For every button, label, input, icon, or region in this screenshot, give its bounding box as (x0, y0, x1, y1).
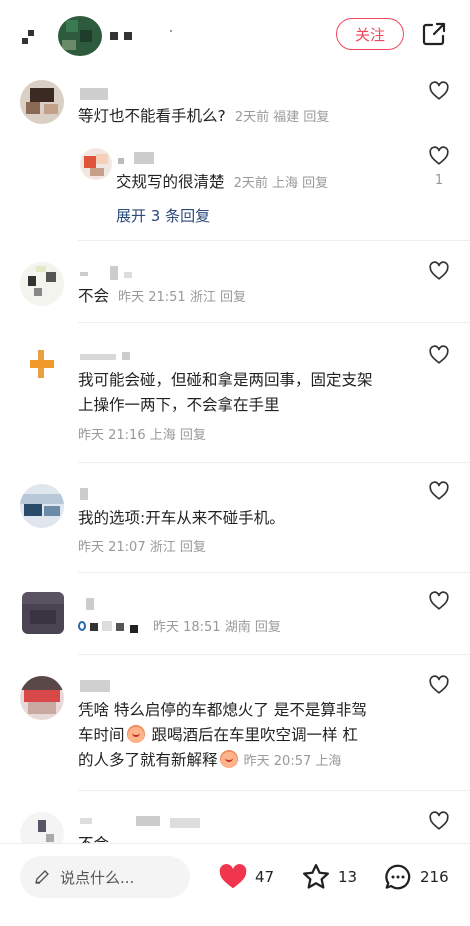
username[interactable] (80, 598, 110, 612)
reply-meta: 2天前 上海 回复 (233, 176, 329, 191)
emoji-icon (126, 725, 145, 743)
share-icon[interactable] (420, 20, 448, 48)
top-bar: 关注 (0, 0, 470, 70)
comment-button[interactable]: 216 (382, 862, 449, 892)
heart-icon[interactable] (428, 145, 450, 167)
expand-replies-button[interactable]: 展开 3 条回复 (116, 205, 210, 226)
username[interactable] (80, 816, 220, 830)
bottom-bar: 说点什么... 47 13 216 (0, 843, 470, 926)
reply-link[interactable]: 回复 (302, 176, 328, 191)
redacted-text (78, 619, 148, 633)
avatar[interactable] (22, 592, 64, 634)
comment-text: 等灯也不能看手机么? 2天前 福建 回复 (78, 107, 330, 125)
avatar[interactable] (20, 262, 64, 306)
pen-icon (35, 870, 49, 884)
reply-link[interactable]: 回复 (255, 620, 281, 635)
favorite-button[interactable]: 13 (300, 862, 357, 892)
reply-text: 交规写的很清楚 2天前 上海 回复 (116, 173, 329, 191)
divider (78, 462, 470, 463)
comment-meta: 昨天 21:07 浙江 回复 (78, 540, 206, 555)
heart-icon[interactable] (428, 260, 450, 282)
comment-meta: 昨天 20:57 上海 (243, 754, 342, 769)
star-icon (303, 864, 329, 889)
comment-meta: 昨天 18:51 湖南 回复 (152, 620, 281, 635)
like-count: 1 (434, 173, 444, 188)
emoji-icon (219, 750, 238, 768)
heart-icon[interactable] (428, 810, 450, 832)
comment-text: 不会 昨天 21:51 浙江 回复 (78, 287, 247, 305)
heart-icon[interactable] (428, 80, 450, 102)
reply-link[interactable]: 回复 (180, 428, 206, 443)
heart-icon[interactable] (428, 480, 450, 502)
comment-meta: 昨天 21:16 上海 回复 (78, 428, 206, 443)
divider (78, 240, 470, 241)
like-count: 47 (255, 868, 275, 886)
heart-icon[interactable] (428, 674, 450, 696)
avatar[interactable] (20, 80, 64, 124)
username[interactable] (80, 266, 150, 280)
comment-bubble-icon (385, 864, 411, 890)
comment-meta: 昨天 21:51 浙江 回复 (118, 290, 247, 305)
comment-count: 216 (420, 868, 449, 886)
avatar[interactable] (80, 148, 112, 180)
avatar[interactable] (20, 344, 64, 388)
username[interactable] (80, 350, 140, 364)
like-button[interactable]: 47 (217, 862, 274, 892)
favorite-count: 13 (338, 868, 358, 886)
reply-link[interactable]: 回复 (180, 540, 206, 555)
comment-input-placeholder: 说点什么... (60, 869, 135, 887)
heart-filled-icon (219, 864, 247, 889)
author-name[interactable] (110, 30, 172, 40)
comment-input[interactable]: 说点什么... (20, 856, 190, 898)
comment-meta: 2天前 福建 回复 (234, 110, 330, 125)
divider (78, 790, 470, 791)
comment-text: 凭啥 特么启停的车都熄火了 是不是算非驾 车时间 跟喝酒后在车里吹空调一样 杠 … (78, 701, 367, 769)
author-avatar[interactable] (58, 16, 102, 56)
heart-icon[interactable] (428, 344, 450, 366)
username[interactable] (80, 680, 120, 694)
divider (78, 572, 470, 573)
comment-text: 我可能会碰，但碰和拿是两回事，固定支架 上操作一两下，不会拿在手里 (78, 371, 373, 414)
username[interactable] (80, 88, 110, 102)
divider (78, 654, 470, 655)
username[interactable] (118, 152, 168, 166)
avatar[interactable] (20, 676, 64, 720)
comment-text: 我的选项:开车从来不碰手机。 (78, 509, 285, 527)
heart-icon[interactable] (428, 590, 450, 612)
back-icon[interactable] (22, 30, 36, 44)
username[interactable] (80, 488, 100, 502)
reply-link[interactable]: 回复 (303, 110, 329, 125)
reply-link[interactable]: 回复 (220, 290, 246, 305)
follow-button[interactable]: 关注 (336, 18, 404, 50)
comment-text: 昨天 18:51 湖南 回复 (78, 614, 423, 640)
avatar[interactable] (20, 484, 64, 528)
divider (78, 322, 470, 323)
